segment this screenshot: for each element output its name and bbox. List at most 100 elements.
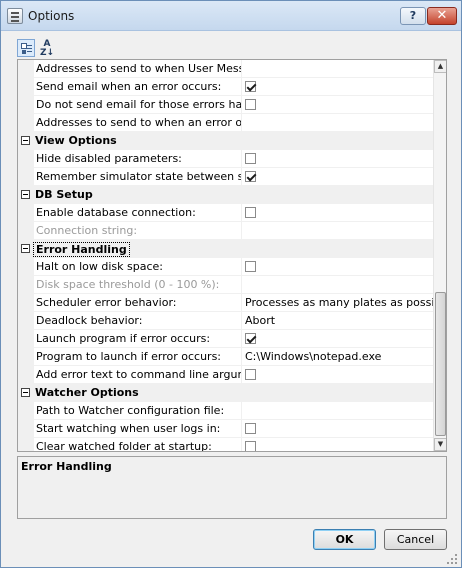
checkbox-unchecked[interactable] (245, 99, 256, 110)
property-row[interactable]: Send email when an error occurs: (18, 78, 433, 96)
row-gutter (18, 420, 34, 438)
property-name: Start watching when user logs in: (34, 420, 242, 438)
row-gutter (18, 114, 34, 132)
property-name: Launch program if error occurs: (34, 330, 242, 348)
property-checkbox-cell[interactable] (242, 420, 433, 438)
property-name: Scheduler error behavior: (34, 294, 242, 312)
property-name: Send email when an error occurs: (34, 78, 242, 96)
property-grid: Addresses to send to when User Message t… (17, 59, 447, 452)
property-value[interactable] (242, 276, 433, 294)
property-checkbox-cell[interactable] (242, 258, 433, 276)
category-view-options[interactable]: View Options (18, 132, 433, 150)
property-row[interactable]: Enable database connection: (18, 204, 433, 222)
property-row[interactable]: Add error text to command line argument: (18, 366, 433, 384)
row-gutter (18, 294, 34, 312)
collapse-icon[interactable] (21, 388, 30, 397)
property-checkbox-cell[interactable] (242, 78, 433, 96)
property-row[interactable]: Path to Watcher configuration file: (18, 402, 433, 420)
property-checkbox-cell[interactable] (242, 438, 433, 451)
checkbox-unchecked[interactable] (245, 207, 256, 218)
property-checkbox-cell[interactable] (242, 168, 433, 186)
resize-grip-icon[interactable] (446, 553, 458, 565)
property-name: Hide disabled parameters: (34, 150, 242, 168)
row-gutter (18, 312, 34, 330)
categorized-icon[interactable] (17, 39, 35, 57)
property-value[interactable]: Abort (242, 312, 433, 330)
close-button[interactable]: ✕ (427, 7, 457, 25)
collapse-icon[interactable] (21, 244, 30, 253)
property-value[interactable] (242, 114, 433, 132)
property-row[interactable]: Start watching when user logs in: (18, 420, 433, 438)
property-value[interactable]: Processes as many plates as possible (242, 294, 433, 312)
property-row[interactable]: Deadlock behavior: Abort (18, 312, 433, 330)
cancel-button[interactable]: Cancel (384, 529, 447, 550)
property-row[interactable]: Do not send email for those errors handl… (18, 96, 433, 114)
description-panel: Error Handling (17, 456, 447, 519)
property-value[interactable] (242, 60, 433, 78)
checkbox-unchecked[interactable] (245, 441, 256, 451)
row-gutter (18, 276, 34, 294)
property-checkbox-cell[interactable] (242, 150, 433, 168)
row-gutter (18, 366, 34, 384)
property-value[interactable] (242, 402, 433, 420)
ok-button[interactable]: OK (313, 529, 376, 550)
property-name: Connection string: (34, 222, 242, 240)
row-gutter (18, 438, 34, 451)
app-icon (7, 8, 23, 24)
sort-alphabetical-icon[interactable]: A Z↓ (38, 39, 56, 58)
property-name: Addresses to send to when User Message t… (34, 60, 242, 78)
property-row[interactable]: Connection string: (18, 222, 433, 240)
property-row[interactable]: Disk space threshold (0 - 100 %): (18, 276, 433, 294)
scroll-up-arrow-icon[interactable]: ▲ (434, 60, 446, 73)
row-gutter (18, 330, 34, 348)
title-bar[interactable]: Options ? ✕ (1, 1, 461, 31)
property-checkbox-cell[interactable] (242, 96, 433, 114)
checkbox-unchecked[interactable] (245, 423, 256, 434)
property-checkbox-cell[interactable] (242, 330, 433, 348)
property-row[interactable]: Program to launch if error occurs: C:\Win… (18, 348, 433, 366)
checkbox-unchecked[interactable] (245, 261, 256, 272)
row-gutter (18, 168, 34, 186)
property-value[interactable] (242, 222, 433, 240)
property-row[interactable]: Addresses to send to when an error occur… (18, 114, 433, 132)
row-gutter (18, 60, 34, 78)
category-error-handling[interactable]: Error Handling (18, 240, 433, 258)
property-name: Program to launch if error occurs: (34, 348, 242, 366)
property-row[interactable]: Halt on low disk space: (18, 258, 433, 276)
checkbox-checked[interactable] (245, 171, 256, 182)
help-button[interactable]: ? (400, 7, 426, 25)
category-db-setup[interactable]: DB Setup (18, 186, 433, 204)
property-name: Do not send email for those errors handl… (34, 96, 242, 114)
property-name: Add error text to command line argument: (34, 366, 242, 384)
category-label: View Options (35, 134, 117, 147)
category-watcher-options[interactable]: Watcher Options (18, 384, 433, 402)
property-checkbox-cell[interactable] (242, 366, 433, 384)
property-name: Addresses to send to when an error occur… (34, 114, 242, 132)
row-gutter (18, 150, 34, 168)
category-label: DB Setup (35, 188, 93, 201)
collapse-icon[interactable] (21, 136, 30, 145)
property-name: Clear watched folder at startup: (34, 438, 242, 451)
vertical-scrollbar[interactable]: ▲ ▼ (433, 60, 446, 451)
checkbox-unchecked[interactable] (245, 153, 256, 164)
property-name: Deadlock behavior: (34, 312, 242, 330)
property-row[interactable]: Hide disabled parameters: (18, 150, 433, 168)
scroll-down-arrow-icon[interactable]: ▼ (434, 438, 446, 451)
property-name: Enable database connection: (34, 204, 242, 222)
property-row[interactable]: Remember simulator state between session… (18, 168, 433, 186)
category-label: Watcher Options (35, 386, 139, 399)
category-label: Error Handling (33, 242, 130, 257)
property-value[interactable]: C:\Windows\notepad.exe (242, 348, 433, 366)
checkbox-unchecked[interactable] (245, 369, 256, 380)
property-checkbox-cell[interactable] (242, 204, 433, 222)
collapse-icon[interactable] (21, 190, 30, 199)
checkbox-checked[interactable] (245, 333, 256, 344)
property-row[interactable]: Clear watched folder at startup: (18, 438, 433, 451)
property-row[interactable]: Launch program if error occurs: (18, 330, 433, 348)
options-dialog: Options ? ✕ A Z↓ Addresses to send to whe… (0, 0, 462, 568)
row-gutter (18, 204, 34, 222)
property-row[interactable]: Addresses to send to when User Message t… (18, 60, 433, 78)
scroll-thumb[interactable] (435, 292, 446, 436)
property-row[interactable]: Scheduler error behavior: Processes as ma… (18, 294, 433, 312)
checkbox-checked[interactable] (245, 81, 256, 92)
